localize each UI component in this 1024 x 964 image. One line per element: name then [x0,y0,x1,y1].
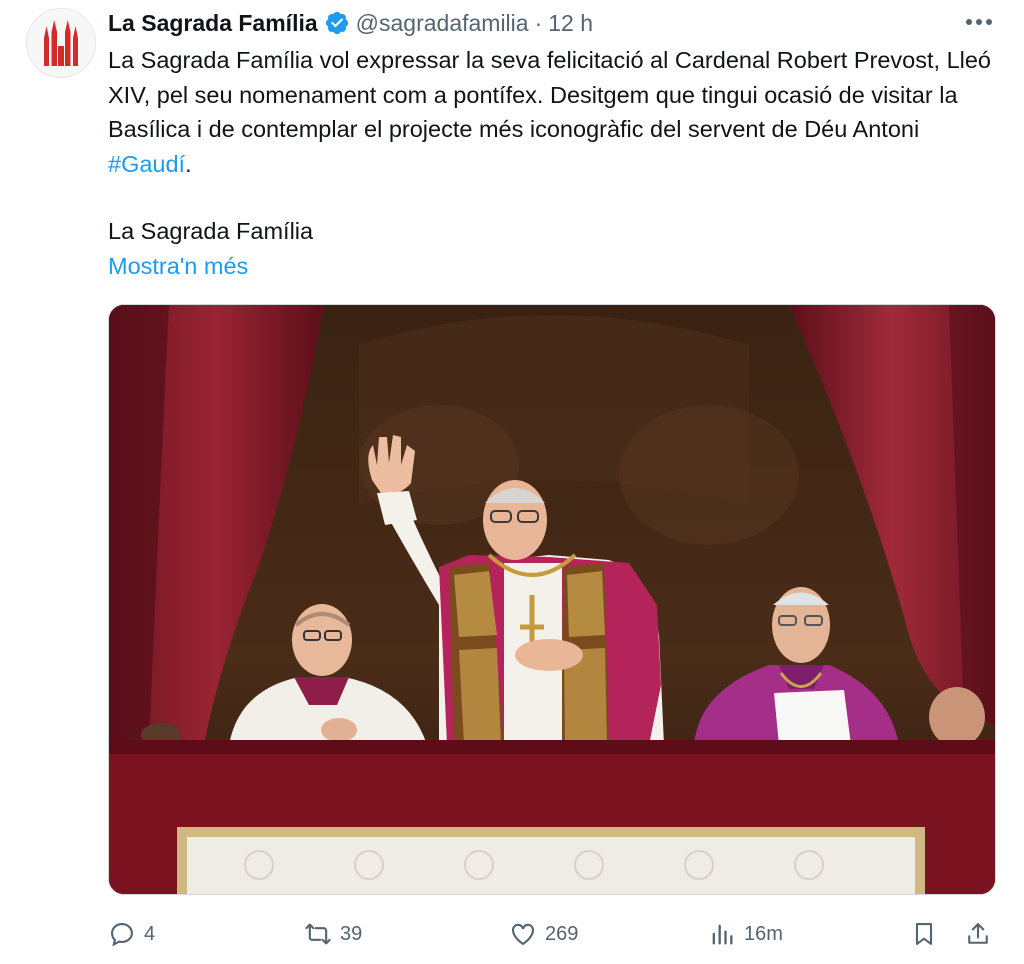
like-button[interactable]: 269 [509,912,578,956]
repost-icon [305,923,331,945]
tweet[interactable]: La Sagrada Família @sagradafamilia · 12 … [0,0,1024,964]
verified-badge-icon[interactable] [324,10,350,36]
tweet-text-main: La Sagrada Família vol expressar la seva… [108,47,991,142]
avatar[interactable] [26,8,96,78]
reply-icon [111,923,133,947]
repost-button[interactable]: 39 [304,912,362,956]
timestamp[interactable]: 12 h [548,10,593,37]
hashtag-link[interactable]: #Gaudí [108,151,185,177]
tweet-signature: La Sagrada Família [108,218,314,244]
bookmark-button[interactable] [910,912,938,956]
share-icon [968,923,988,944]
show-more-link[interactable]: Mostra'n més [108,249,248,284]
more-options-button[interactable] [962,8,996,36]
handle[interactable]: @sagradafamilia [356,10,529,37]
tweet-photo[interactable] [108,304,996,895]
sagrada-familia-logo-icon [44,20,78,66]
reply-count: 4 [144,922,156,945]
tweet-header: La Sagrada Família @sagradafamilia · 12 … [108,6,593,40]
tweet-text-end: . [185,150,192,177]
photo-pope-leo-xiv-balcony [109,305,995,894]
display-name[interactable]: La Sagrada Família [108,10,318,37]
views-button[interactable]: 16m [708,912,783,956]
tweet-actions: 4 39 269 16m [108,912,998,956]
bookmark-icon [915,923,933,945]
more-icon [966,19,992,25]
repost-count: 39 [340,922,363,945]
views-count: 16m [744,922,783,945]
share-button[interactable] [964,912,992,956]
views-icon [712,924,733,945]
separator-dot: · [534,9,543,36]
reply-button[interactable]: 4 [108,912,155,956]
tweet-text: La Sagrada Família vol expressar la seva… [108,43,1003,181]
heart-icon [512,923,534,946]
like-count: 269 [545,922,579,945]
